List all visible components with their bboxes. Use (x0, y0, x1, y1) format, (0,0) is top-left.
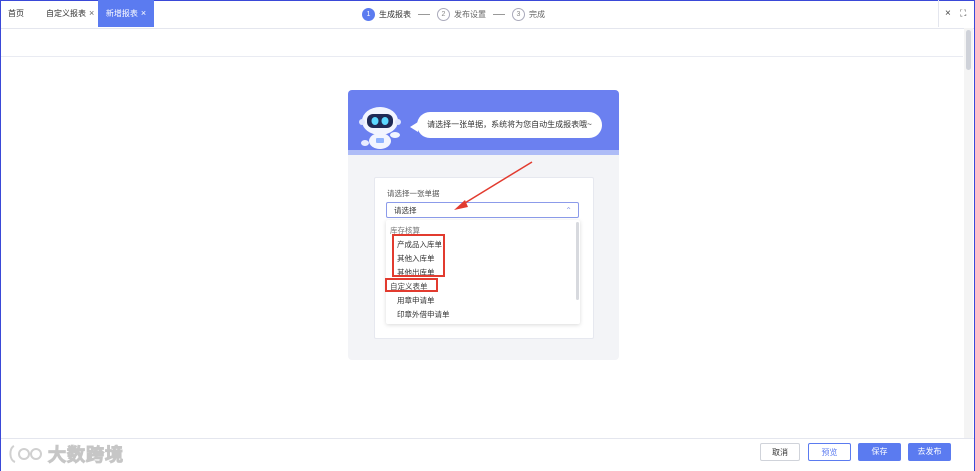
tab-custom-report[interactable]: 自定义报表 × (46, 0, 94, 27)
annotation-arrow (454, 161, 533, 210)
step-publish-settings: 2 发布设置 (437, 8, 486, 21)
document-select-value: 请选择 (394, 206, 417, 215)
chevron-up-icon: ⌃ (565, 206, 572, 215)
cancel-button[interactable]: 取消 (760, 443, 800, 461)
divider (938, 0, 939, 27)
robot-mascot-icon (359, 107, 401, 149)
step-indicator (1, 28, 963, 57)
dropdown-option[interactable]: 印章外借申请单 (397, 309, 450, 320)
watermark-text: 大数跨境 (48, 445, 124, 466)
page-scrollbar-thumb[interactable] (966, 30, 971, 70)
step-number: 1 (362, 8, 375, 21)
highlight-box-inventory (392, 234, 445, 277)
step-number: 2 (437, 8, 450, 21)
close-icon[interactable]: × (141, 8, 146, 18)
fullscreen-icon[interactable]: ⛶ (960, 0, 966, 27)
save-button[interactable]: 保存 (858, 443, 901, 461)
publish-button[interactable]: 去发布 (908, 443, 951, 461)
assistant-message: 请选择一张单据，系统将为您自动生成报表哦~ (417, 112, 602, 138)
step-connector (493, 14, 505, 15)
tab-home-label: 首页 (8, 9, 24, 18)
watermark: 大数跨境 (8, 440, 124, 468)
close-icon[interactable]: × (89, 8, 94, 18)
tab-custom-report-label: 自定义报表 (46, 9, 86, 18)
highlight-box-custom-form (385, 278, 438, 292)
step-generate-report: 1 生成报表 (362, 8, 411, 21)
tab-home[interactable]: 首页 (8, 0, 24, 27)
tab-new-report[interactable]: 新增报表 × (98, 0, 154, 27)
step-complete: 3 完成 (512, 8, 545, 21)
close-all-icon[interactable]: × (945, 0, 951, 27)
dropdown-scrollbar[interactable] (576, 222, 579, 300)
step-number: 3 (512, 8, 525, 21)
page-scrollbar[interactable] (964, 28, 973, 438)
preview-button[interactable]: 预览 (808, 443, 851, 461)
step-connector (418, 14, 430, 15)
tab-new-report-label: 新增报表 (105, 9, 138, 18)
step-label: 生成报表 (379, 10, 411, 19)
dropdown-option[interactable]: 用章申请单 (397, 295, 435, 306)
step-label: 发布设置 (454, 10, 486, 19)
step-label: 完成 (529, 10, 545, 19)
document-select-label: 请选择一张单据 (387, 189, 440, 198)
watermark-logo-icon (9, 445, 42, 463)
